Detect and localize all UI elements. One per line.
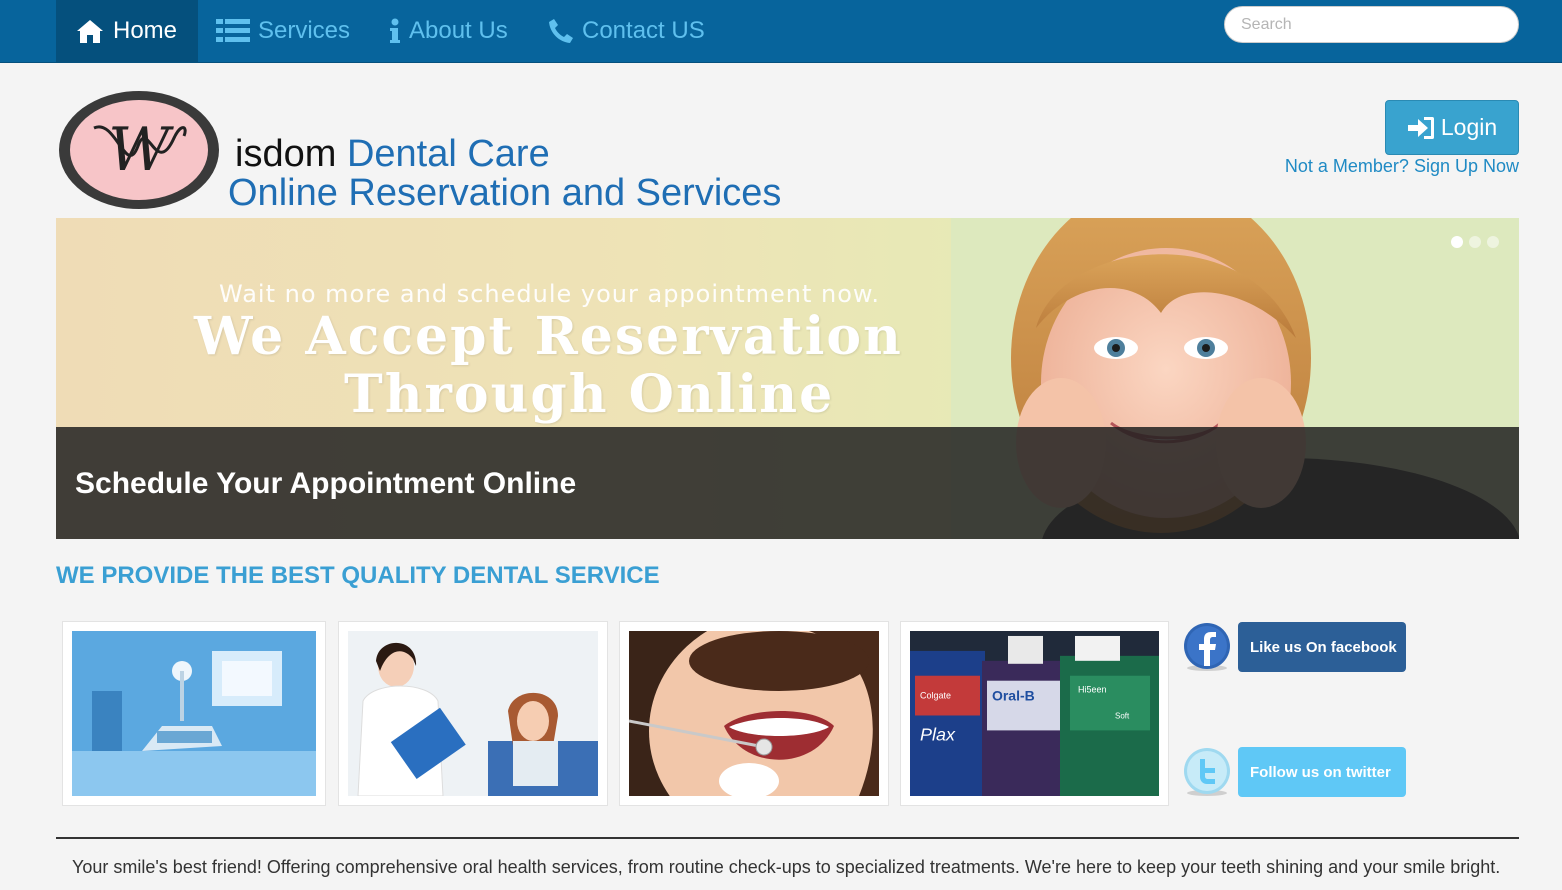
carousel-dot-1[interactable] [1451,236,1463,248]
carousel-dot-3[interactable] [1487,236,1499,248]
search-input[interactable] [1224,6,1519,43]
mouthwash-bottles-image: Colgate Plax Oral-B Hi5een Soft [910,631,1159,796]
brand-prefix: isdom [235,133,337,175]
phone-icon [549,19,573,43]
mouthwash-brand-a: Colgate [920,691,951,701]
mouthwash-product-a: Plax [920,724,956,744]
nav-services[interactable]: Services [216,0,350,62]
nav-contact-label: Contact US [582,17,705,44]
gallery-dental-office[interactable] [62,621,326,806]
login-label: Login [1440,114,1498,140]
mouthwash-brand-b: Oral-B [992,688,1035,704]
list-icon [216,19,250,42]
facebook-icon[interactable] [1182,622,1232,672]
section-title: WE PROVIDE THE BEST QUALITY DENTAL SERVI… [56,562,660,589]
nav-about-label: About Us [409,17,508,44]
banner-subtitle: Wait no more and schedule your appointme… [219,280,880,308]
gallery-dental-checkup[interactable] [619,621,889,806]
caption-text: Schedule Your Appointment Online [75,467,577,500]
clinic-logo: W [59,91,219,209]
login-button[interactable]: Login [1385,100,1519,155]
banner-headline-2: Through Online [344,364,835,425]
sign-in-icon [1407,116,1434,139]
footer-tagline: Your smile's best friend! Offering compr… [72,857,1501,877]
nav-home[interactable]: Home [56,0,198,62]
home-icon [77,20,103,43]
footer-divider [56,837,1519,839]
top-navbar: Home Services About Us Contact US [0,0,1562,63]
carousel-caption: Schedule Your Appointment Online [56,427,1519,539]
nav-about[interactable]: About Us [389,0,508,62]
twitter-icon[interactable] [1182,747,1232,797]
logo-letter: W [108,115,174,185]
info-icon [390,18,400,43]
gallery-mouthwash[interactable]: Colgate Plax Oral-B Hi5een Soft [900,621,1169,806]
brand-tagline: Online Reservation and Services [228,172,782,214]
mouthwash-brand-c: Hi5een [1078,685,1107,695]
hero-carousel[interactable]: Wait no more and schedule your appointme… [56,218,1519,539]
nav-services-label: Services [258,17,351,44]
brand-name: Dental Care [346,133,550,175]
signup-link[interactable]: Not a Member? Sign Up Now [1285,156,1519,177]
gallery-dentist-patient[interactable] [338,621,608,806]
carousel-dot-2[interactable] [1469,236,1481,248]
nav-contact[interactable]: Contact US [548,0,705,62]
facebook-like-button[interactable]: Like us On facebook [1238,622,1406,672]
banner-headline-1: We Accept Reservation [194,306,903,367]
nav-home-label: Home [113,17,178,44]
twitter-follow-button[interactable]: Follow us on twitter [1238,747,1406,797]
dentist-patient-image [348,631,598,796]
mouthwash-product-c: Soft [1115,711,1130,720]
carousel-indicators [1451,236,1499,248]
dental-checkup-image [629,631,879,796]
dental-office-image [72,631,316,796]
